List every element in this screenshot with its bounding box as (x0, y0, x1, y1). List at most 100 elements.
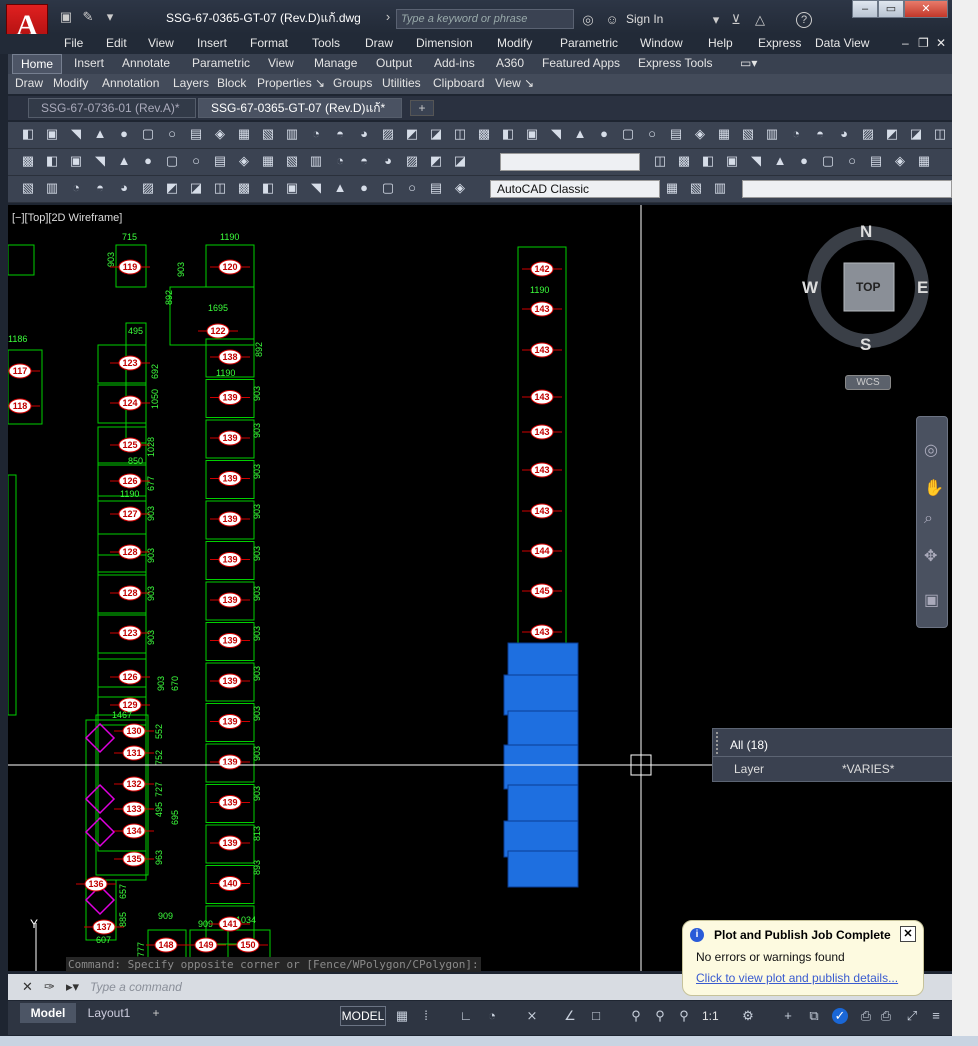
toolbar-tool-icon[interactable]: ○ (404, 180, 420, 196)
toolbar-tool-icon[interactable]: ◧ (20, 126, 36, 142)
ribbon-minimize-icon[interactable]: ▭▾ (740, 56, 757, 70)
maximize-button[interactable]: ▭ (878, 0, 904, 18)
item-tag[interactable]: 143 (522, 342, 562, 358)
exchange-icon[interactable]: △ (752, 12, 768, 28)
toolbar-tool-icon[interactable]: ◩ (884, 126, 900, 142)
toolbar-tool-icon[interactable]: ◈ (692, 126, 708, 142)
doc-minimize-icon[interactable]: – (902, 36, 909, 50)
item-tag[interactable]: 128 (110, 585, 150, 601)
toolbar-tool-icon[interactable]: ▣ (68, 153, 84, 169)
toolbar-tool-icon[interactable]: ◧ (700, 153, 716, 169)
toolbar-tool-icon[interactable]: ▢ (140, 126, 156, 142)
toolbar-tool-icon[interactable]: ▦ (236, 126, 252, 142)
toolbar-tool-icon[interactable]: ◈ (452, 180, 468, 196)
toolbar-tool-icon[interactable]: ▨ (140, 180, 156, 196)
toolbar-tool-icon[interactable]: ◥ (92, 153, 108, 169)
toolbar-tool-icon[interactable]: ◈ (236, 153, 252, 169)
toolbar-tool-icon[interactable]: ● (356, 180, 372, 196)
new-tab-button[interactable]: + (410, 100, 434, 116)
item-tag[interactable]: 139 (210, 673, 250, 689)
toolbar-tool-icon[interactable]: ▢ (820, 153, 836, 169)
toolbar-tool-icon[interactable]: ▧ (20, 180, 36, 196)
menu-parametric[interactable]: Parametric (560, 36, 618, 50)
menu-insert[interactable]: Insert (197, 36, 227, 50)
wrench-icon[interactable]: ✑ (44, 979, 55, 995)
binoculars-icon[interactable]: ◎ (580, 12, 596, 28)
item-tag[interactable]: 143 (522, 503, 562, 519)
item-tag[interactable]: 125 (110, 437, 150, 453)
toolbar-tool-icon[interactable]: ▦ (916, 153, 932, 169)
toolbar-tool-icon[interactable]: ◩ (404, 126, 420, 142)
toolbar-tool-icon[interactable]: ▣ (44, 126, 60, 142)
toolbar-tool-icon[interactable]: ◪ (452, 153, 468, 169)
toolbar-tool-icon[interactable]: ○ (644, 126, 660, 142)
item-tag[interactable]: 143 (522, 389, 562, 405)
item-tag[interactable]: 143 (522, 624, 562, 640)
tab-home[interactable]: Home (12, 54, 62, 74)
toolbar-tool-icon[interactable]: ▥ (308, 153, 324, 169)
toolbar-tool-icon[interactable]: ◥ (748, 153, 764, 169)
tab-manage[interactable]: Manage (314, 56, 357, 70)
toolbar-tool-icon[interactable]: ◪ (428, 126, 444, 142)
item-tag[interactable]: 124 (110, 395, 150, 411)
auto-scale-icon[interactable]: ⚲ (652, 1008, 668, 1024)
toolbar-tool-icon[interactable]: ◓ (332, 126, 348, 142)
menu-format[interactable]: Format (250, 36, 288, 50)
viewcube-south[interactable]: S (860, 335, 871, 355)
sign-in-dropdown-icon[interactable]: ▾ (708, 12, 724, 28)
item-tag[interactable]: 122 (198, 323, 238, 339)
grid-icon[interactable]: ▦ (394, 1008, 410, 1024)
item-tag[interactable]: 138 (210, 349, 250, 365)
toolbar-tool-icon[interactable]: ▥ (44, 180, 60, 196)
toolbar-tool-icon[interactable]: ◧ (260, 180, 276, 196)
toolbar-tool-icon[interactable]: ▩ (476, 126, 492, 142)
toolbar-tool-icon[interactable]: ▧ (740, 126, 756, 142)
toolbar-tool-icon[interactable]: ◥ (308, 180, 324, 196)
menu-view[interactable]: View (148, 36, 174, 50)
toolbar-tool-icon[interactable]: ▲ (116, 153, 132, 169)
item-tag[interactable]: 148 (146, 937, 186, 953)
orbit-icon[interactable]: ✥ (924, 546, 937, 566)
item-tag[interactable]: 139 (210, 471, 250, 486)
item-tag[interactable]: 118 (8, 398, 40, 414)
item-tag[interactable]: 139 (210, 592, 250, 608)
toolbar-tool-icon[interactable]: ▢ (164, 153, 180, 169)
panel-utilities[interactable]: Utilities (382, 76, 421, 90)
toolbar-tool-icon[interactable]: ◫ (212, 180, 228, 196)
menu-edit[interactable]: Edit (106, 36, 127, 50)
toolbar-tool-icon[interactable]: ◧ (44, 153, 60, 169)
tab-output[interactable]: Output (376, 56, 412, 70)
showmotion-icon[interactable]: ▣ (924, 590, 939, 610)
osnap-icon[interactable]: □ (588, 1008, 604, 1024)
toolbar-tool-icon[interactable]: ◫ (452, 126, 468, 142)
toolbar-tool-icon[interactable]: ▤ (428, 180, 444, 196)
clean-screen-icon[interactable]: ⤢ (904, 1008, 920, 1024)
toolbar-tool-icon[interactable]: ▩ (20, 153, 36, 169)
item-tag[interactable]: 139 (210, 714, 250, 729)
toolbar-tool-icon[interactable]: ▣ (284, 180, 300, 196)
gear-icon[interactable]: ⚙ (740, 1008, 756, 1024)
layer-dropdown[interactable] (500, 153, 640, 171)
steering-wheel-icon[interactable]: ◎ (924, 440, 938, 460)
item-tag[interactable]: 126 (110, 473, 150, 489)
doc-tab-1[interactable]: SSG-67-0736-01 (Rev.A)* × (28, 98, 196, 133)
toolbar-tool-icon[interactable]: ● (796, 153, 812, 169)
viewcube-west[interactable]: W (802, 278, 818, 298)
toolbar-tool-icon[interactable]: ▦ (664, 180, 680, 196)
toolbar-tool-icon[interactable]: ○ (164, 126, 180, 142)
menu-window[interactable]: Window (640, 36, 683, 50)
help-icon[interactable]: ? (796, 12, 812, 28)
toolbar-tool-icon[interactable]: ◔ (68, 180, 84, 196)
panel-properties[interactable]: Properties ↘ (257, 76, 325, 90)
toolbar-tool-icon[interactable]: ▲ (92, 126, 108, 142)
notification-details-link[interactable]: Click to view plot and publish details..… (696, 971, 898, 985)
item-tag[interactable]: 120 (210, 259, 250, 275)
panel-modify[interactable]: Modify (53, 76, 88, 90)
item-tag[interactable]: 144 (522, 543, 562, 559)
toolbar-tool-icon[interactable]: ◥ (68, 126, 84, 142)
item-tag[interactable]: 123 (110, 355, 150, 371)
tab-view[interactable]: View (268, 56, 294, 70)
block-outline[interactable] (8, 349, 43, 425)
diamond-symbol[interactable] (84, 722, 116, 754)
toolbar-tool-icon[interactable]: ● (140, 153, 156, 169)
